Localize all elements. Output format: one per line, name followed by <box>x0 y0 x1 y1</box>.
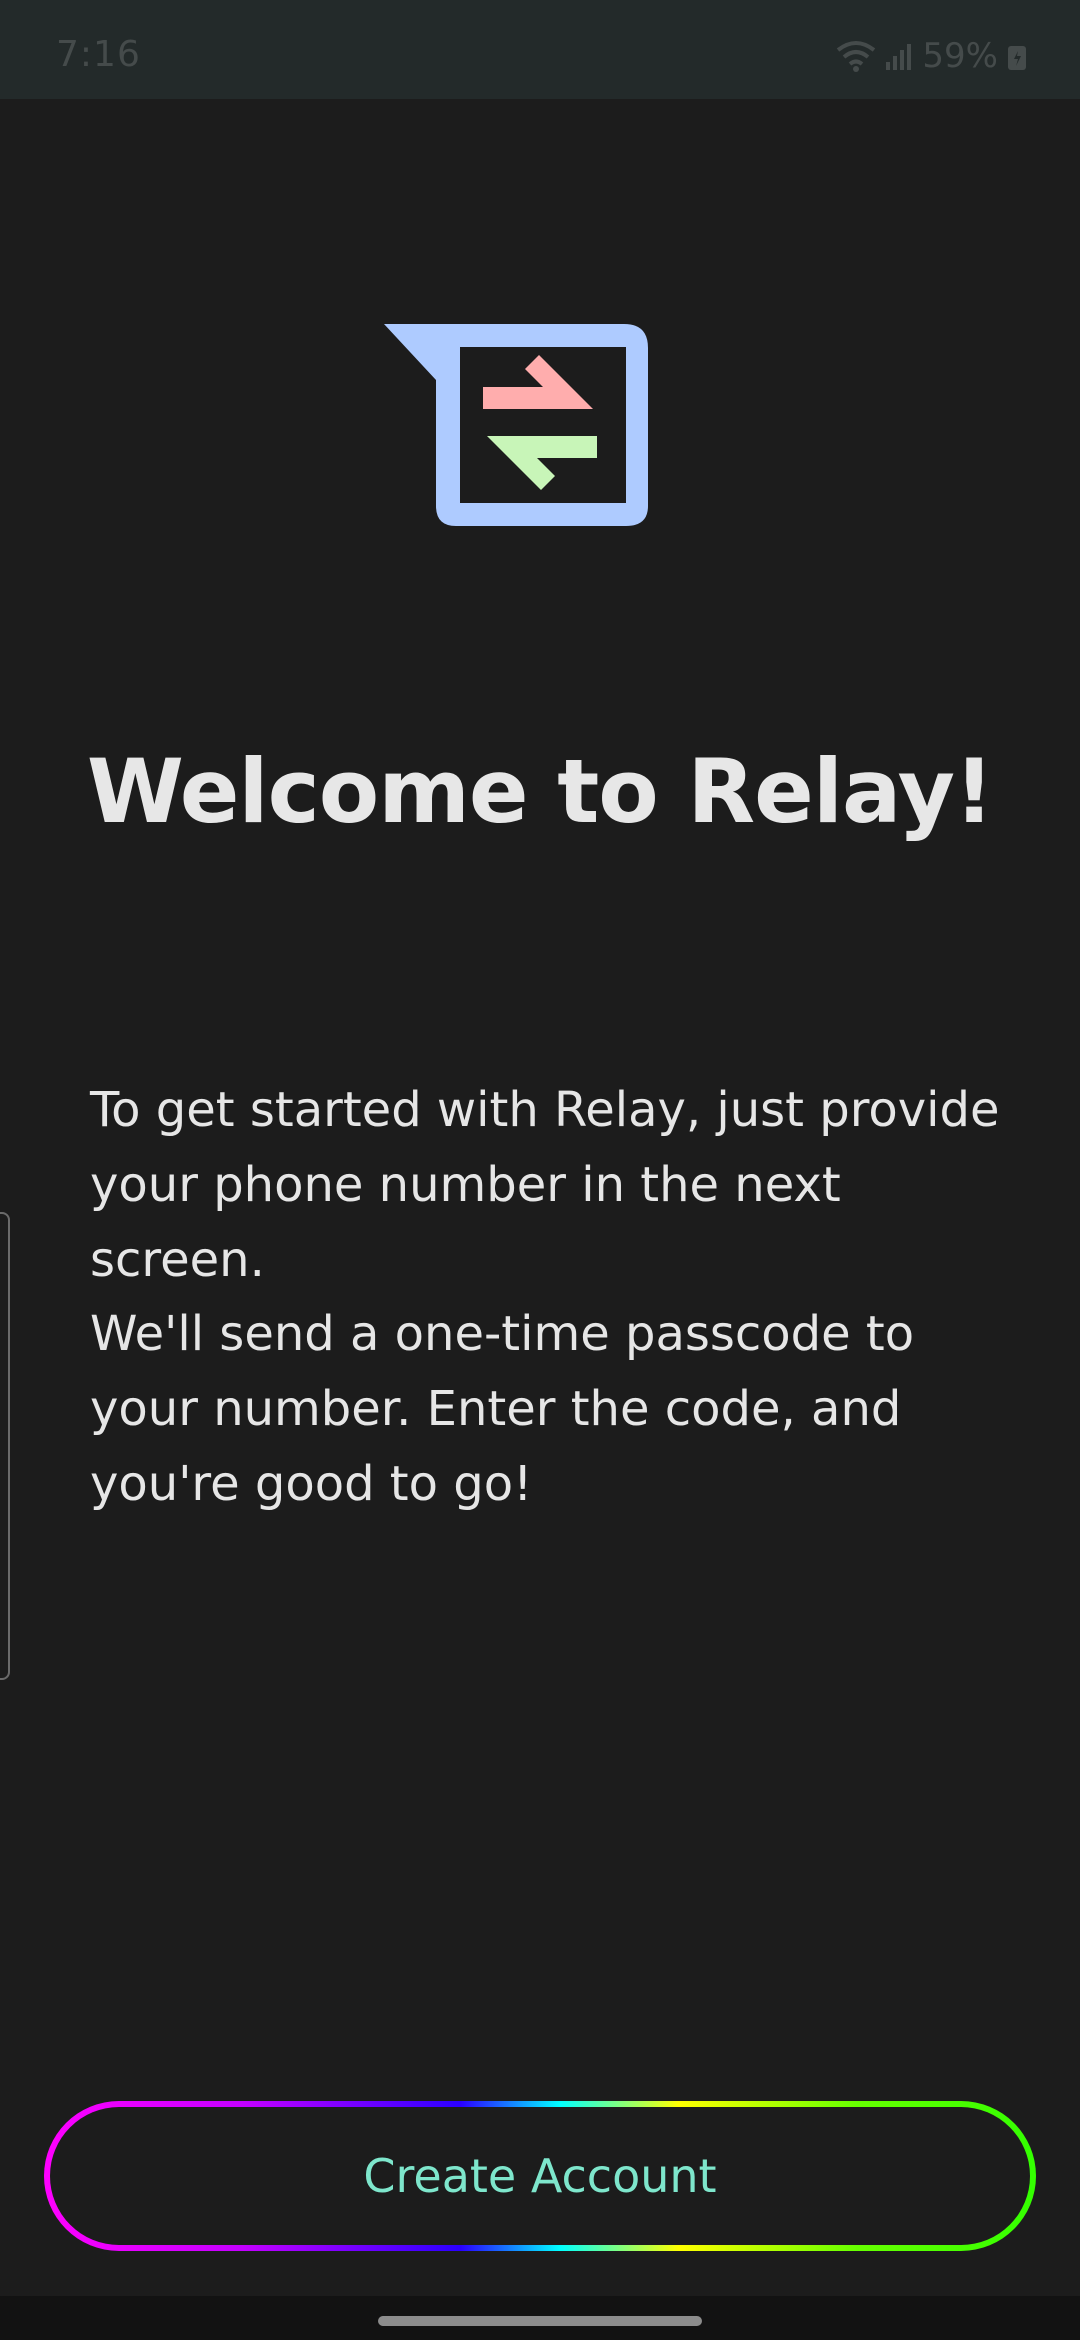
battery-icon <box>1008 46 1026 70</box>
wifi-icon <box>837 41 876 72</box>
edge-panel-handle[interactable] <box>0 1212 10 1680</box>
signal-icon <box>886 44 912 70</box>
status-bar: 7:16 59% <box>0 0 1080 99</box>
navigation-bar <box>0 2296 1080 2340</box>
home-gesture-handle[interactable] <box>378 2316 702 2326</box>
status-time: 7:16 <box>56 34 141 75</box>
battery-percentage: 59% <box>922 36 998 76</box>
create-account-button[interactable]: Create Account <box>44 2101 1036 2251</box>
create-account-label: Create Account <box>50 2107 1030 2245</box>
relay-logo-icon <box>384 324 648 526</box>
intro-paragraph-passcode: We'll send a one-time passcode to your n… <box>90 1306 915 1512</box>
intro-paragraph-phone: To get started with Relay, just provide … <box>90 1082 1000 1288</box>
welcome-title: Welcome to Relay! <box>86 740 994 843</box>
status-icons: 59% <box>836 36 1028 76</box>
